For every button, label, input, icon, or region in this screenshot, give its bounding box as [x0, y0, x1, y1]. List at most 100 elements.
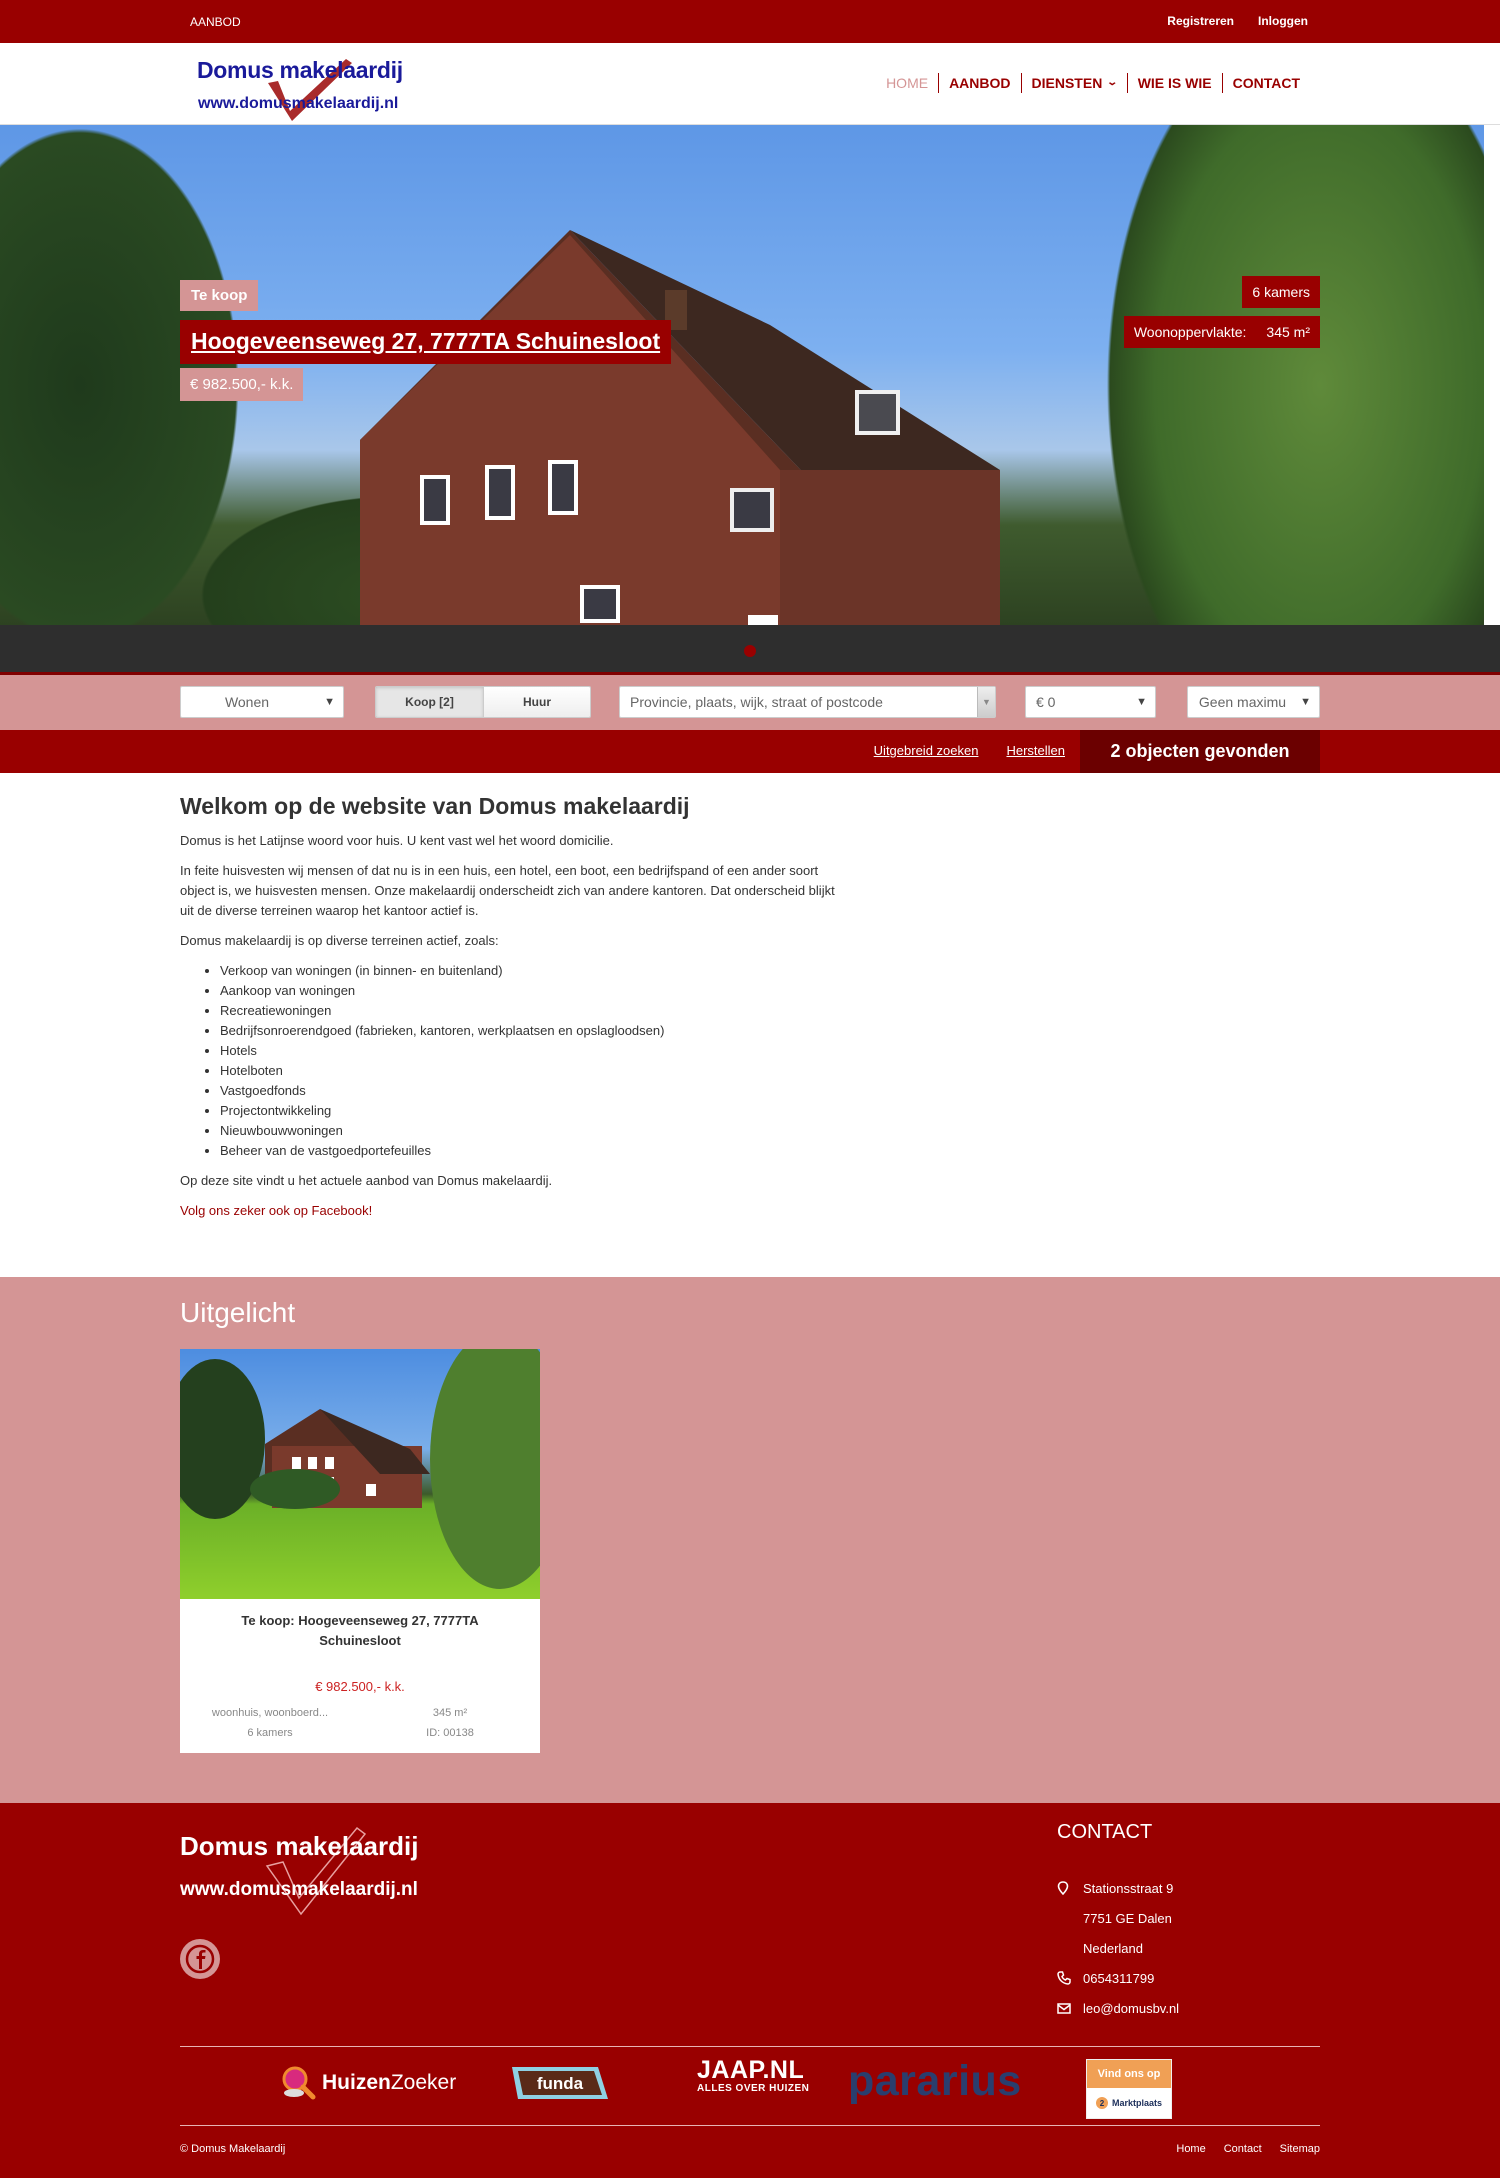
listing-card-rooms: 6 kamers [247, 1727, 293, 1739]
featured-section: Uitgelicht Te koop: Hoogeveenseweg 27, 7… [0, 1277, 1500, 1803]
marktplaats-top: Vind ons op [1087, 2060, 1171, 2088]
funda-logo[interactable]: funda [510, 2065, 610, 2101]
envelope-icon [1057, 2002, 1082, 2014]
toggle-koop[interactable]: Koop [2] [376, 687, 483, 717]
phone-icon [1057, 1971, 1082, 1985]
account-links: Registreren Inloggen [1167, 14, 1308, 28]
listing-card-area: 345 m² [432, 1707, 468, 1719]
min-price-value: € 0 [1036, 694, 1056, 710]
logo[interactable]: Domus makelaardij www.domusmakelaardij.n… [196, 53, 416, 121]
topbar-aanbod-link[interactable]: AANBOD [190, 15, 241, 29]
contact-email[interactable]: leo@domusbv.nl [1082, 2001, 1179, 2016]
property-type-value: Wonen [224, 694, 270, 710]
toggle-huur[interactable]: Huur [483, 687, 590, 717]
services-list-item: Beheer van de vastgoedportefeuilles [220, 1141, 1320, 1161]
jaap-logo[interactable]: JAAP.NL ALLES OVER HUIZEN [697, 2057, 809, 2094]
facebook-link[interactable]: Volg ons zeker ook op Facebook! [180, 1203, 372, 1218]
footer-link-home[interactable]: Home [1176, 2143, 1205, 2155]
property-type-select[interactable]: Wonen ▼ [180, 686, 344, 718]
services-list-item: Verkoop van woningen (in binnen- en buit… [220, 961, 1320, 981]
contact-country: Nederland [1083, 1940, 1143, 1956]
top-bar: AANBOD Registreren Inloggen [0, 0, 1500, 43]
services-list-item: Aankoop van woningen [220, 981, 1320, 1001]
services-list-item: Recreatiewoningen [220, 1001, 1320, 1021]
pararius-logo[interactable]: pararius [848, 2057, 1022, 2106]
marktplaats-number: 2 [1095, 2097, 1108, 2109]
services-list-item: Vastgoedfonds [220, 1081, 1320, 1101]
footer-logo-url: www.domusmakelaardij.nl [180, 1879, 418, 1900]
main-nav: HOME AANBOD DIENSTEN ⌄ WIE IS WIE CONTAC… [876, 73, 1310, 93]
services-list-item: Hotels [220, 1041, 1320, 1061]
listing-status-badge: Te koop [180, 280, 259, 311]
partner-logos: HuizenZoeker funda JAAP.NL ALLES OVER HU… [180, 2053, 1320, 2123]
site-footer: Domus makelaardij www.domusmakelaardij.n… [0, 1803, 1500, 2178]
services-list-item: Projectontwikkeling [220, 1101, 1320, 1121]
contact-email-row: leo@domusbv.nl [1057, 1993, 1179, 2023]
services-list-item: Hotelboten [220, 1061, 1320, 1081]
contact-title: CONTACT [1057, 1821, 1153, 1843]
about-paragraph: In feite huisvesten wij mensen of dat nu… [180, 863, 835, 918]
nav-home[interactable]: HOME [876, 73, 938, 93]
site-header: Domus makelaardij www.domusmakelaardij.n… [0, 43, 1500, 125]
listing-address[interactable]: Hoogeveenseweg 27, 7777TA Schuinesloot [180, 320, 672, 364]
results-count-button[interactable]: 2 objecten gevonden [1080, 730, 1320, 773]
services-list-item: Bedrijfsonroerendgoed (fabrieken, kantor… [220, 1021, 1320, 1041]
contact-phone[interactable]: 0654311799 [1082, 1971, 1154, 1986]
listing-price: € 982.500,- k.k. [180, 368, 304, 401]
nav-diensten[interactable]: DIENSTEN ⌄ [1020, 73, 1127, 93]
footer-link-sitemap[interactable]: Sitemap [1280, 2143, 1320, 2155]
contact-country-row: Nederland [1057, 1933, 1179, 1963]
register-link[interactable]: Registreren [1167, 14, 1234, 28]
listing-card-id: ID: 00138 [426, 1727, 474, 1739]
footer-contact: CONTACT Stationsstraat 9 7751 GE Dalen N… [1057, 1821, 1179, 2023]
chevron-down-icon: ▼ [324, 696, 335, 708]
services-list: Verkoop van woningen (in binnen- en buit… [220, 961, 1320, 1161]
login-link[interactable]: Inloggen [1258, 14, 1308, 28]
footer-divider [180, 2125, 1320, 2126]
jaap-title: JAAP.NL [697, 2056, 805, 2084]
footer-logo: Domus makelaardij www.domusmakelaardij.n… [180, 1826, 450, 1916]
contact-city-row: 7751 GE Dalen [1057, 1903, 1179, 1933]
magnifier-house-icon [282, 2066, 316, 2100]
advanced-search-link[interactable]: Uitgebreid zoeken [874, 743, 979, 758]
footer-link-contact[interactable]: Contact [1224, 2143, 1262, 2155]
huizenzoeker-a: Huizen [322, 2071, 391, 2094]
huizenzoeker-b: Zoeker [390, 2071, 457, 2094]
map-pin-icon [1057, 1881, 1082, 1895]
offer-paragraph: Op deze site vindt u het actuele aanbod … [180, 1173, 553, 1188]
huizenzoeker-logo[interactable]: HuizenZoeker [280, 2065, 456, 2101]
hero-slider[interactable]: Te koop Hoogeveenseweg 27, 7777TA Schuin… [0, 125, 1500, 625]
listing-card[interactable]: Te koop: Hoogeveenseweg 27, 7777TA Schui… [180, 1349, 540, 1753]
search-bar: Wonen ▼ Koop [2] Huur Provincie, plaats,… [0, 675, 1500, 730]
listing-card-photo [180, 1349, 540, 1599]
copyright: © Domus Makelaardij [180, 2143, 286, 2155]
services-list-item: Nieuwbouwwoningen [220, 1121, 1320, 1141]
contact-street: Stationsstraat 9 [1083, 1880, 1174, 1896]
area-label: Woonoppervlakte: [1133, 324, 1247, 340]
house-thumbnail [180, 1349, 540, 1589]
combobox-arrow-icon[interactable]: ▼ [977, 687, 995, 717]
nav-aanbod[interactable]: AANBOD [938, 73, 1020, 93]
koop-huur-toggle: Koop [2] Huur [375, 686, 591, 718]
slider-dot-active[interactable] [744, 645, 756, 657]
featured-title: Uitgelicht [180, 1297, 296, 1328]
services-intro: Domus makelaardij is op diverse terreine… [180, 933, 499, 948]
nav-wie-is-wie[interactable]: WIE IS WIE [1126, 73, 1222, 93]
location-input[interactable]: Provincie, plaats, wijk, straat of postc… [619, 686, 996, 718]
location-placeholder: Provincie, plaats, wijk, straat of postc… [630, 694, 883, 710]
intro-paragraph: Domus is het Latijnse woord voor huis. U… [180, 833, 614, 848]
house-illustration [360, 230, 1000, 625]
facebook-icon[interactable] [180, 1939, 220, 1979]
nav-contact[interactable]: CONTACT [1221, 73, 1310, 93]
min-price-select[interactable]: € 0 ▼ [1025, 686, 1156, 718]
max-price-select[interactable]: Geen maximu ▼ [1187, 686, 1320, 718]
reset-link[interactable]: Herstellen [1006, 743, 1065, 758]
footer-divider [180, 2046, 1320, 2047]
nav-diensten-label: DIENSTEN [1031, 75, 1103, 91]
contact-street-row: Stationsstraat 9 [1057, 1873, 1179, 1903]
page-title: Welkom op de website van Domus makelaard… [180, 793, 690, 819]
contact-phone-row: 0654311799 [1057, 1963, 1179, 1993]
chevron-down-icon: ⌄ [1106, 77, 1119, 88]
marktplaats-badge[interactable]: Vind ons op 2 Marktplaats [1086, 2059, 1172, 2119]
listing-card-meta: woonhuis, woonboerd... 345 m² 6 kamers I… [180, 1694, 540, 1753]
